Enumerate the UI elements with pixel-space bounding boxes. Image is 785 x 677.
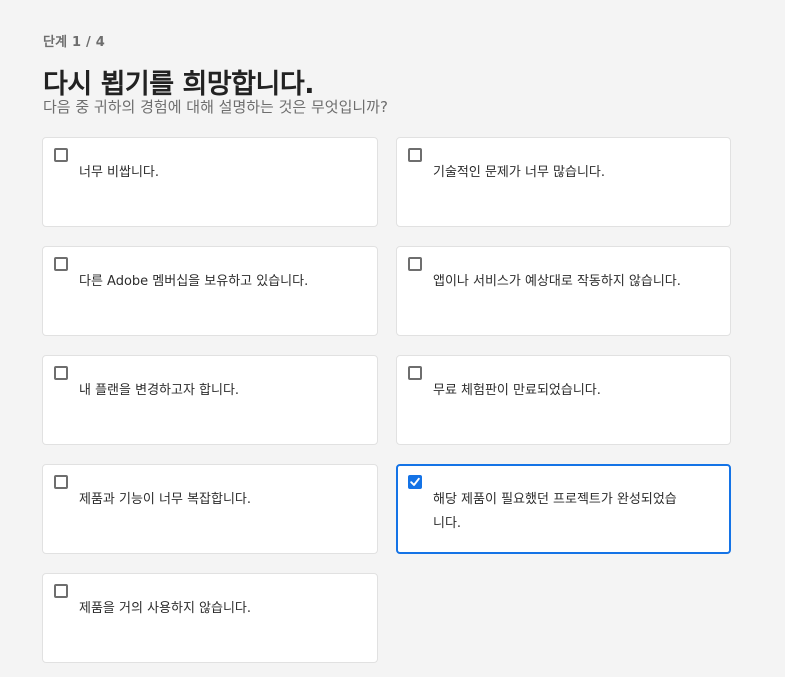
option-label: 무료 체험판이 만료되었습니다. [433, 383, 601, 398]
checkbox[interactable] [54, 584, 68, 598]
reason-option-too-expensive[interactable]: 너무 비쌉니다. [42, 137, 378, 227]
option-label: 기술적인 문제가 너무 많습니다. [433, 165, 606, 180]
reason-option-too-complex[interactable]: 제품과 기능이 너무 복잡합니다. [42, 464, 378, 554]
checkbox[interactable] [408, 257, 422, 271]
reason-option-rarely-used[interactable]: 제품을 거의 사용하지 않습니다. [42, 573, 378, 663]
checkbox[interactable] [408, 475, 422, 489]
checkmark-icon [410, 477, 420, 486]
option-label: 제품을 거의 사용하지 않습니다. [79, 601, 252, 616]
reason-option-not-working[interactable]: 앱이나 서비스가 예상대로 작동하지 않습니다. [396, 246, 731, 336]
reason-option-project-completed[interactable]: 해당 제품이 필요했던 프로젝트가 완성되었습니다. [396, 464, 731, 554]
checkbox[interactable] [54, 366, 68, 380]
option-label: 너무 비쌉니다. [79, 165, 160, 180]
reason-option-technical-issues[interactable]: 기술적인 문제가 너무 많습니다. [396, 137, 731, 227]
checkbox[interactable] [408, 148, 422, 162]
option-label: 내 플랜을 변경하고자 합니다. [79, 383, 240, 398]
option-label: 해당 제품이 필요했던 프로젝트가 완성되었습니다. [433, 492, 677, 531]
checkbox[interactable] [408, 366, 422, 380]
reason-option-change-plan[interactable]: 내 플랜을 변경하고자 합니다. [42, 355, 378, 445]
option-label: 제품과 기능이 너무 복잡합니다. [79, 492, 252, 507]
checkbox[interactable] [54, 257, 68, 271]
option-label: 앱이나 서비스가 예상대로 작동하지 않습니다. [433, 274, 681, 289]
step-indicator: 단계 1 / 4 [43, 35, 105, 50]
option-label: 다른 Adobe 멤버십을 보유하고 있습니다. [79, 274, 309, 289]
page-subtitle: 다음 중 귀하의 경험에 대해 설명하는 것은 무엇입니까? [43, 98, 388, 116]
checkbox[interactable] [54, 475, 68, 489]
reason-option-other-membership[interactable]: 다른 Adobe 멤버십을 보유하고 있습니다. [42, 246, 378, 336]
reason-option-trial-expired[interactable]: 무료 체험판이 만료되었습니다. [396, 355, 731, 445]
checkbox[interactable] [54, 148, 68, 162]
reason-options-grid: 너무 비쌉니다. 기술적인 문제가 너무 많습니다. 다른 Adobe 멤버십을… [42, 137, 731, 663]
